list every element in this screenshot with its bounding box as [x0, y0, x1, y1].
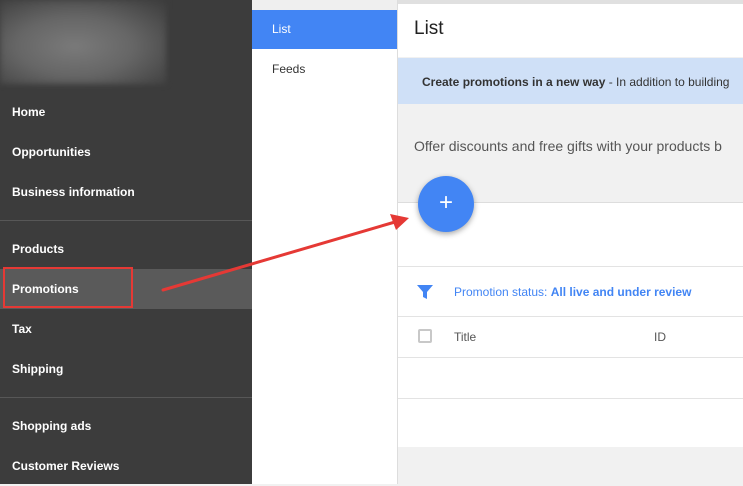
info-banner: Create promotions in a new way - In addi…	[398, 58, 743, 104]
banner-bold-text: Create promotions in a new way	[422, 75, 606, 89]
sub-navigation: List Feeds	[252, 0, 397, 484]
page-header: List	[398, 0, 743, 57]
page-title: List	[414, 18, 444, 39]
nav-item-shipping[interactable]: Shipping	[0, 349, 252, 389]
promotions-card	[398, 202, 743, 447]
card-divider	[398, 398, 743, 399]
main-content: List Create promotions in a new way - In…	[397, 0, 743, 484]
add-promotion-button[interactable]: +	[418, 176, 474, 232]
nav-item-home[interactable]: Home	[0, 92, 252, 132]
nav-item-tax[interactable]: Tax	[0, 309, 252, 349]
filter-icon[interactable]	[416, 283, 434, 301]
promotion-status-filter[interactable]: Promotion status: All live and under rev…	[454, 285, 691, 299]
nav-item-shopping-ads[interactable]: Shopping ads	[0, 406, 252, 446]
left-sidebar: Home Opportunities Business information …	[0, 0, 252, 484]
nav-item-customer-reviews[interactable]: Customer Reviews	[0, 446, 252, 486]
nav-item-promotions[interactable]: Promotions	[0, 269, 252, 309]
filter-value-text: All live and under review	[550, 285, 692, 299]
card-divider	[398, 357, 743, 358]
header-top-strip	[398, 0, 743, 4]
nav-divider	[0, 397, 252, 398]
banner-text: Create promotions in a new way - In addi…	[422, 75, 729, 89]
banner-rest-text: - In addition to building	[605, 75, 730, 89]
select-all-checkbox[interactable]	[418, 329, 432, 343]
sub-nav-top-strip	[252, 0, 397, 10]
column-header-title[interactable]: Title	[454, 330, 476, 344]
filter-label-text: Promotion status:	[454, 285, 551, 299]
card-divider	[398, 266, 743, 267]
nav-item-business-information[interactable]: Business information	[0, 172, 252, 212]
account-logo-blurred	[0, 0, 166, 84]
sub-nav-item-list[interactable]: List	[252, 10, 397, 49]
nav-divider	[0, 220, 252, 221]
column-header-id[interactable]: ID	[654, 330, 666, 344]
nav-item-opportunities[interactable]: Opportunities	[0, 132, 252, 172]
offer-description: Offer discounts and free gifts with your…	[414, 138, 722, 154]
nav-item-products[interactable]: Products	[0, 229, 252, 269]
card-divider	[398, 316, 743, 317]
sub-nav-item-feeds[interactable]: Feeds	[252, 50, 397, 89]
